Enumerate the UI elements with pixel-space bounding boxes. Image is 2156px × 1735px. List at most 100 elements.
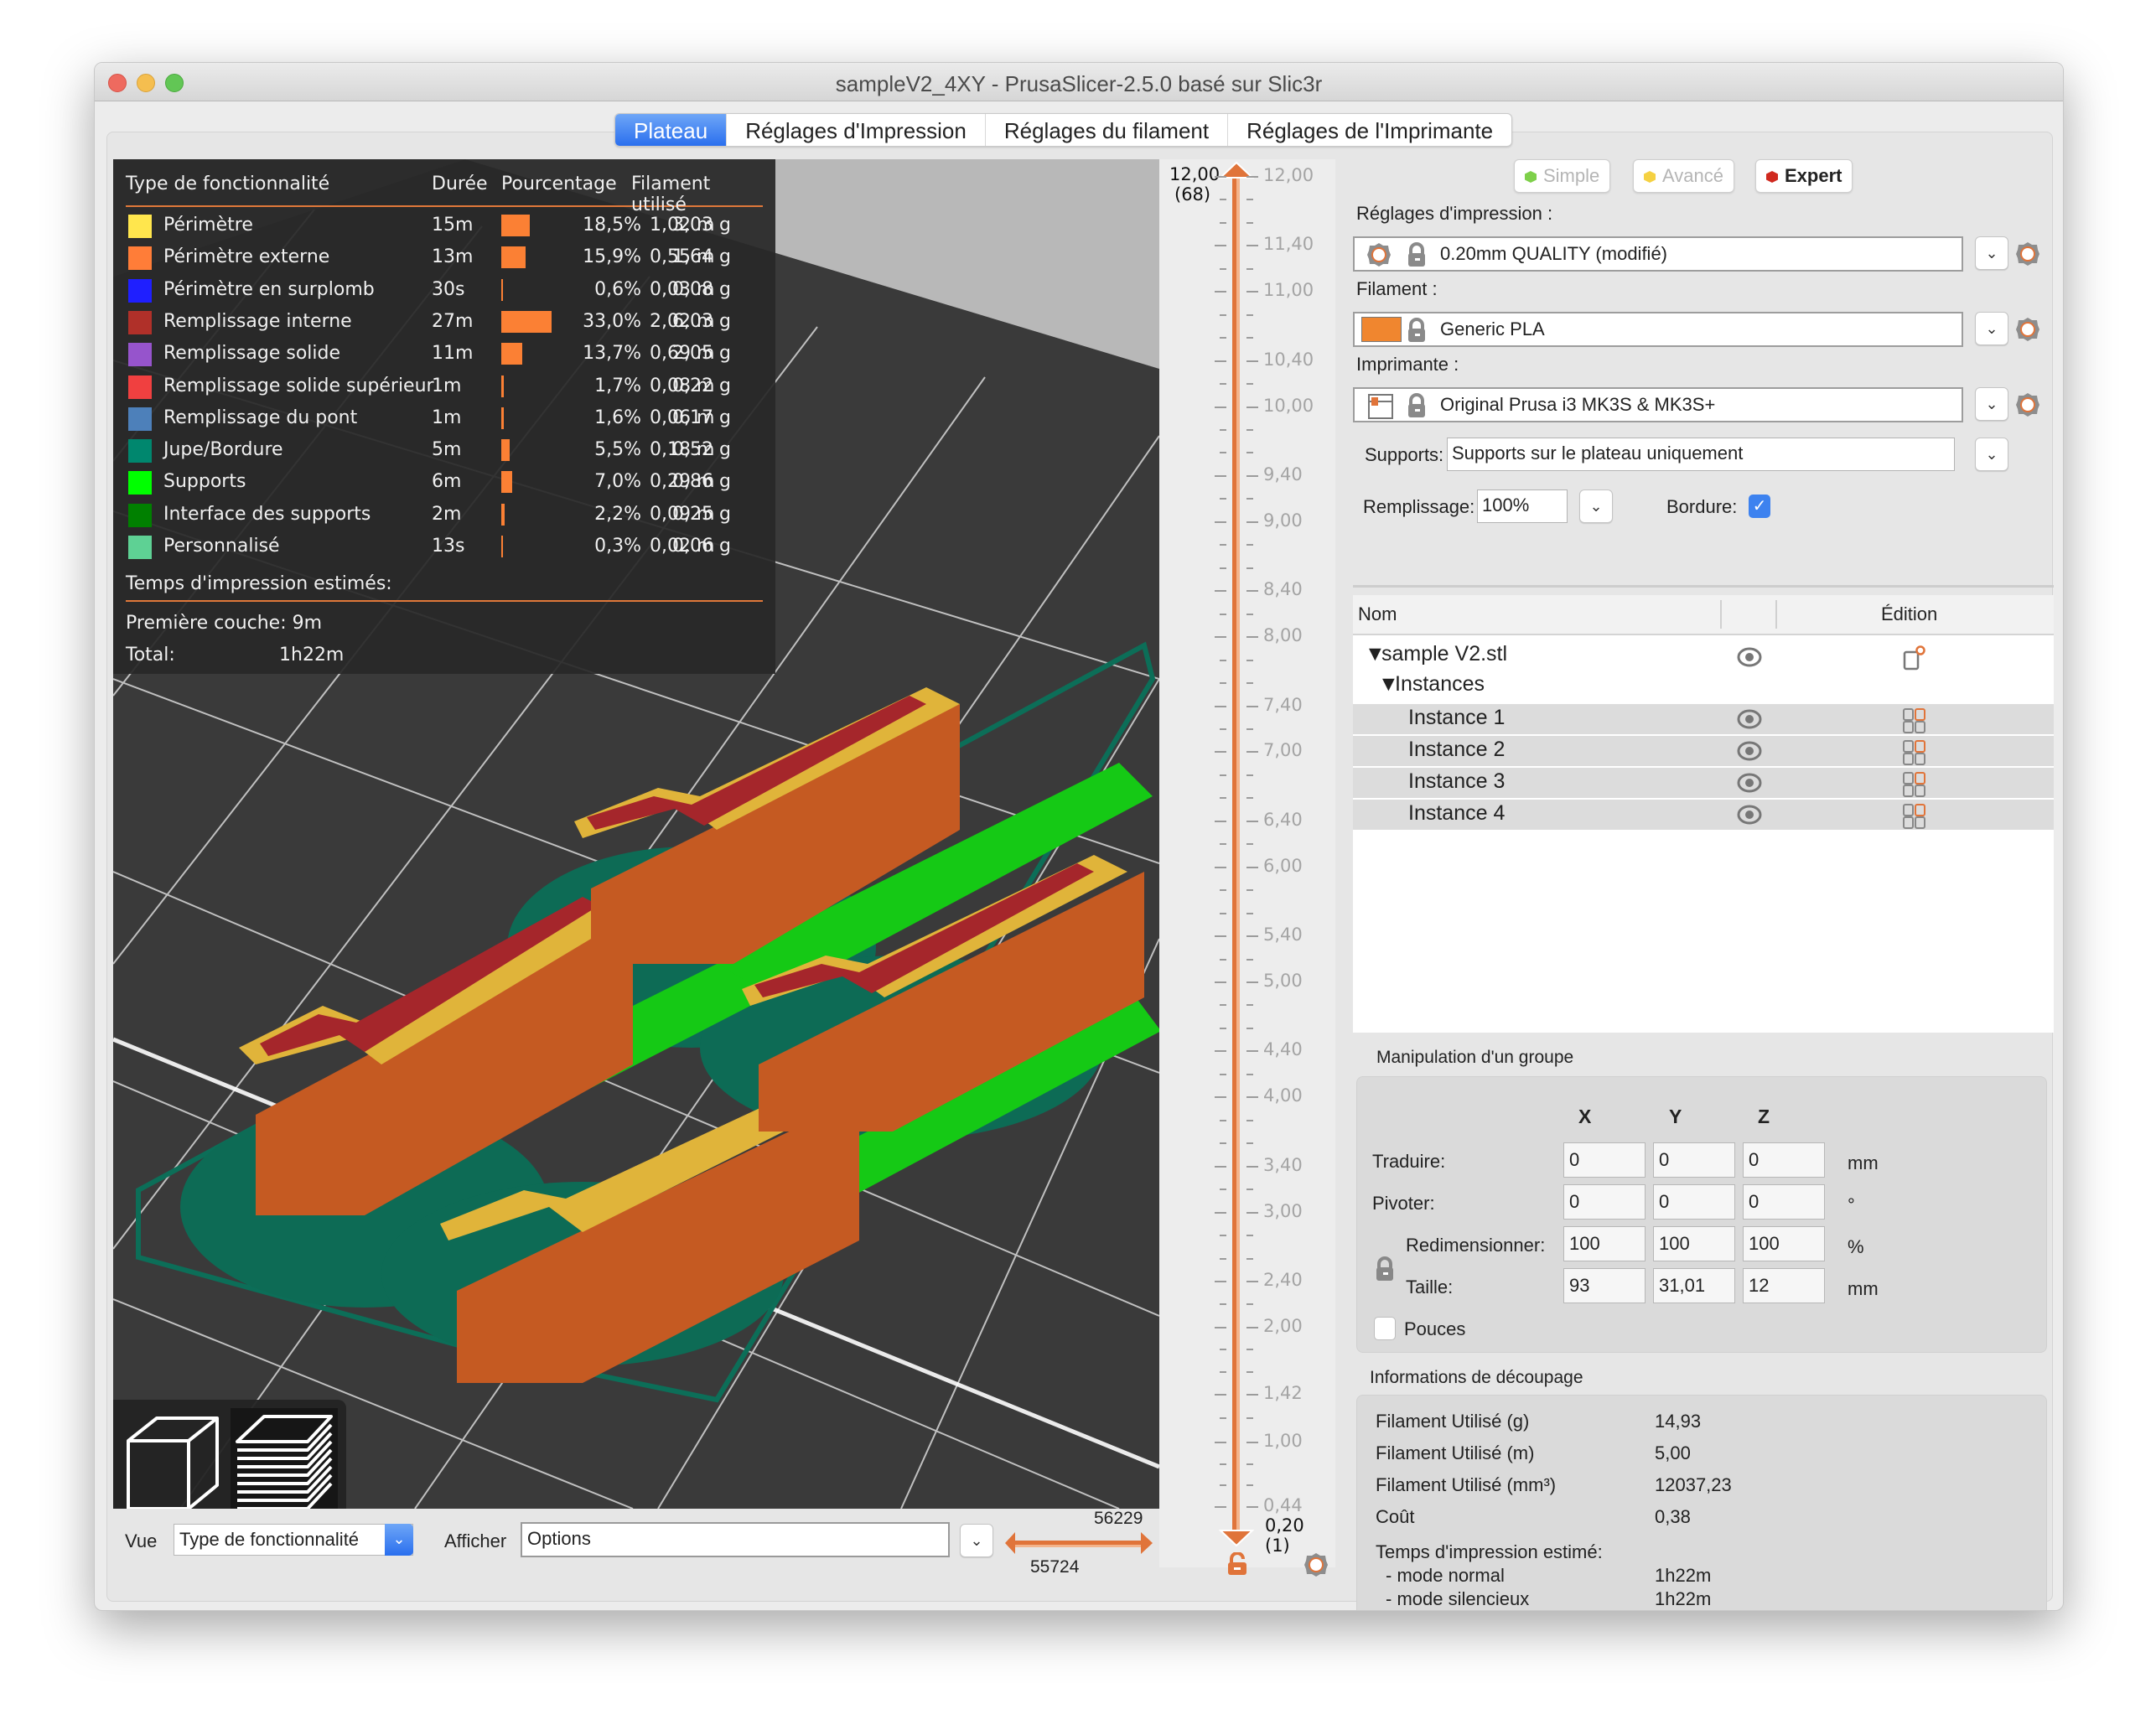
column-name[interactable]: Nom xyxy=(1358,603,1397,625)
brim-label: Bordure: xyxy=(1666,496,1738,517)
layer-minor-tick xyxy=(1220,1073,1226,1075)
inches-checkbox[interactable] xyxy=(1374,1317,1396,1340)
legend-weight: 0,08 g xyxy=(672,278,731,300)
manipulation-field-y[interactable]: 0 xyxy=(1653,1184,1735,1220)
instance-grid-icon[interactable] xyxy=(1902,803,1927,830)
layer-tick xyxy=(1246,245,1258,247)
supports-select[interactable]: Supports sur le plateau uniquement xyxy=(1447,438,1955,471)
filament-dropdown-button[interactable]: ⌄ xyxy=(1975,312,2008,345)
layer-tick xyxy=(1215,176,1226,178)
legend-color-swatch xyxy=(128,246,152,271)
layer-minor-tick xyxy=(1246,429,1253,432)
layer-minor-tick xyxy=(1220,1303,1226,1306)
instance-grid-icon[interactable] xyxy=(1902,707,1927,734)
manipulation-field-x[interactable]: 0 xyxy=(1563,1184,1646,1220)
scale-lock-icon[interactable] xyxy=(1374,1256,1396,1282)
tab-print-settings[interactable]: Réglages d'Impression xyxy=(727,114,986,146)
tab-filament-settings[interactable]: Réglages du filament xyxy=(986,114,1229,146)
mode-advanced-button[interactable]: Avancé xyxy=(1633,159,1734,193)
3d-view-cube-icon[interactable] xyxy=(123,1411,222,1509)
tab-plateau[interactable]: Plateau xyxy=(615,114,728,146)
filament-gear-icon[interactable] xyxy=(2015,317,2040,342)
instance-row[interactable]: Instance 1 xyxy=(1353,704,2054,734)
manipulation-field-z[interactable]: 100 xyxy=(1743,1226,1825,1261)
print-settings-preset-select[interactable]: 0.20mm QUALITY (modifié) xyxy=(1353,236,1963,272)
horizontal-move-slider[interactable] xyxy=(1005,1530,1153,1556)
legend-weight: 0,17 g xyxy=(672,407,731,428)
visibility-eye-icon[interactable] xyxy=(1737,805,1762,825)
print-settings-gear-icon[interactable] xyxy=(2015,241,2040,267)
infill-input[interactable]: 100% xyxy=(1477,489,1568,523)
infill-dropdown-button[interactable]: ⌄ xyxy=(1579,489,1613,523)
printer-dropdown-button[interactable]: ⌄ xyxy=(1975,387,2008,421)
manipulation-field-x[interactable]: 100 xyxy=(1563,1226,1646,1261)
object-row[interactable]: ▼ sample V2.stl xyxy=(1353,642,2054,672)
layer-slider-settings-gear-icon[interactable] xyxy=(1303,1552,1329,1577)
manipulation-field-z[interactable]: 0 xyxy=(1743,1142,1825,1178)
preview-bottom-bar: Vue Type de fonctionnalité ⌄ Afficher Op… xyxy=(113,1509,1159,1577)
visibility-eye-icon[interactable] xyxy=(1737,741,1762,761)
printer-preset-select[interactable]: Original Prusa i3 MK3S & MK3S+ xyxy=(1353,387,1963,422)
legend-percent: 13,7% xyxy=(583,343,641,365)
show-options-dropdown-button[interactable]: ⌄ xyxy=(960,1524,993,1557)
legend-duration: 5m xyxy=(432,439,462,461)
visibility-eye-icon[interactable] xyxy=(1737,773,1762,793)
view-type-select[interactable]: Type de fonctionnalité ⌄ xyxy=(174,1524,413,1556)
infill-label: Remplissage: xyxy=(1363,496,1475,517)
view-label: Vue xyxy=(125,1530,158,1551)
legend-percent: 33,0% xyxy=(583,310,641,332)
legend-percent-bar xyxy=(501,278,503,301)
print-settings-dropdown-button[interactable]: ⌄ xyxy=(1975,236,2008,270)
filament-color-swatch[interactable] xyxy=(1361,317,1402,342)
manipulation-field-z[interactable]: 0 xyxy=(1743,1184,1825,1220)
hslider-upper-handle[interactable] xyxy=(1141,1532,1153,1554)
manipulation-field-x[interactable]: 93 xyxy=(1563,1268,1646,1303)
3d-preview-canvas[interactable]: Type de fonctionnalité Durée Pourcentage… xyxy=(113,159,1159,1509)
instance-grid-icon[interactable] xyxy=(1902,771,1927,798)
brim-checkbox[interactable]: ✓ xyxy=(1749,495,1770,518)
tab-printer-settings[interactable]: Réglages de l'Imprimante xyxy=(1228,114,1511,146)
instance-row[interactable]: Instance 2 xyxy=(1353,736,2054,766)
manipulation-field-y[interactable]: 100 xyxy=(1653,1226,1735,1261)
instance-row[interactable]: Instance 4 xyxy=(1353,800,2054,830)
manipulation-field-z[interactable]: 12 xyxy=(1743,1268,1825,1303)
mode-expert-button[interactable]: Expert xyxy=(1755,159,1853,193)
layer-minor-tick xyxy=(1220,843,1226,846)
manipulation-field-y[interactable]: 31,01 xyxy=(1653,1268,1735,1303)
layer-minor-tick xyxy=(1220,452,1226,454)
hslider-lower-handle[interactable] xyxy=(1005,1532,1015,1554)
layer-slider-lower-thumb[interactable] xyxy=(1219,1529,1254,1547)
column-edit[interactable]: Édition xyxy=(1881,603,1937,625)
object-settings-icon[interactable] xyxy=(1902,645,1927,671)
printer-gear-icon[interactable] xyxy=(2015,392,2040,417)
layer-minor-tick xyxy=(1246,199,1253,201)
instance-grid-icon[interactable] xyxy=(1902,739,1927,766)
view-type-value: Type de fonctionnalité xyxy=(179,1529,360,1550)
legend-label: Remplissage du pont xyxy=(163,407,358,428)
legend-times-title: Temps d'impression estimés: xyxy=(126,573,392,594)
legend-percent: 5,5% xyxy=(594,439,641,461)
layer-tick xyxy=(1215,245,1226,247)
layer-tick-label: 7,00 xyxy=(1263,740,1303,761)
manipulation-field-y[interactable]: 0 xyxy=(1653,1142,1735,1178)
show-options-select[interactable]: Options xyxy=(521,1522,950,1557)
layer-minor-tick xyxy=(1246,1189,1253,1191)
filament-preset-select[interactable]: Generic PLA xyxy=(1353,312,1963,347)
visibility-eye-icon[interactable] xyxy=(1737,709,1762,729)
layer-minor-tick xyxy=(1220,1417,1226,1420)
instance-row[interactable]: Instance 3 xyxy=(1353,768,2054,798)
manipulation-field-x[interactable]: 0 xyxy=(1563,1142,1646,1178)
legend-percent: 0,3% xyxy=(594,536,641,557)
instances-group-row[interactable]: ▼ Instances xyxy=(1353,672,2054,702)
layer-slider[interactable]: 12,00 (68) 12,00 11,40 11,00 10,40 10,00 9,40… xyxy=(1159,159,1335,1577)
supports-dropdown-button[interactable]: ⌄ xyxy=(1975,438,2008,471)
preview-layers-icon[interactable] xyxy=(231,1408,338,1509)
layer-tick xyxy=(1246,1050,1258,1053)
legend-weight: 3,03 g xyxy=(672,215,731,236)
layer-slider-track[interactable] xyxy=(1232,174,1240,1541)
layer-minor-tick xyxy=(1220,1370,1226,1373)
visibility-eye-icon[interactable] xyxy=(1737,647,1762,667)
mode-simple-button[interactable]: Simple xyxy=(1514,159,1611,193)
unlock-icon[interactable] xyxy=(1226,1552,1248,1576)
layer-tick xyxy=(1246,1280,1258,1282)
